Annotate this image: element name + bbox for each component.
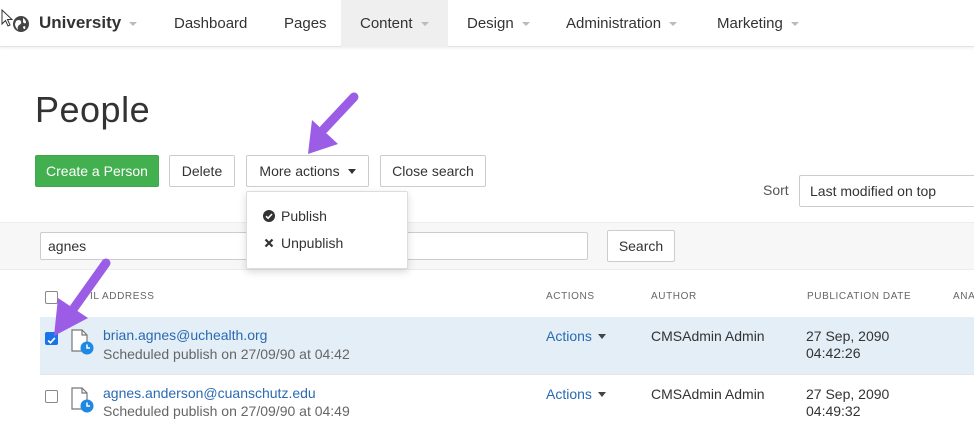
nav-item-administration[interactable]: Administration	[566, 0, 678, 47]
page-title: People	[35, 89, 151, 130]
chevron-down-icon	[420, 21, 429, 26]
chevron-down-icon	[669, 21, 678, 26]
delete-label: Delete	[181, 163, 223, 179]
delete-button[interactable]: Delete	[169, 155, 235, 187]
caret-down-icon	[597, 391, 606, 397]
annotation-arrow-icon	[54, 258, 111, 336]
author-name: CMSAdmin Admin	[651, 328, 765, 344]
menu-item-label: Unpublish	[281, 235, 344, 251]
row-actions-button[interactable]: Actions	[546, 386, 606, 402]
search-input-value: agnes	[48, 238, 87, 254]
close-icon	[264, 238, 274, 248]
caret-down-icon	[597, 333, 606, 339]
sort-select[interactable]: Last modified on top	[799, 175, 974, 207]
more-actions-label: More actions	[259, 163, 340, 179]
close-search-button[interactable]: Close search	[380, 155, 486, 187]
nav-item-marketing[interactable]: Marketing	[717, 0, 799, 47]
nav-item-design[interactable]: Design	[467, 0, 530, 47]
row-actions-button[interactable]: Actions	[546, 328, 606, 344]
nav-item-label: Pages	[284, 15, 327, 32]
row-actions-label: Actions	[546, 386, 592, 402]
nav-item-label: Administration	[566, 15, 662, 32]
person-email-link[interactable]: agnes.anderson@cuanschutz.edu	[103, 385, 316, 401]
chevron-down-icon	[521, 21, 530, 26]
chevron-down-icon	[129, 21, 138, 26]
nav-item-label: Marketing	[717, 15, 783, 32]
nav-item-label: Design	[467, 15, 514, 32]
publish-status: Scheduled publish on 27/09/90 at 04:49	[103, 403, 350, 419]
nav-item-label: Dashboard	[174, 15, 248, 32]
close-search-label: Close search	[392, 163, 474, 179]
sort-selected-value: Last modified on top	[810, 183, 937, 199]
nav-item-content[interactable]: Content	[341, 0, 448, 47]
publication-time: 04:42:26	[806, 345, 861, 361]
publication-time: 04:49:32	[806, 403, 861, 419]
nav-item-dashboard[interactable]: Dashboard	[158, 0, 263, 47]
column-header-analytics[interactable]: ANA	[953, 291, 974, 302]
check-circle-icon	[263, 210, 275, 222]
top-navigation: University Dashboard Pages Content Desig…	[0, 0, 974, 47]
row-actions-label: Actions	[546, 328, 592, 344]
create-person-button[interactable]: Create a Person	[35, 155, 159, 187]
column-header-publication-date[interactable]: PUBLICATION DATE	[807, 291, 911, 302]
more-actions-menu: Publish Unpublish	[246, 191, 408, 269]
menu-item-publish[interactable]: Publish	[263, 208, 327, 224]
person-email-link[interactable]: brian.agnes@uchealth.org	[103, 327, 267, 343]
author-name: CMSAdmin Admin	[651, 386, 765, 402]
publish-status: Scheduled publish on 27/09/90 at 04:42	[103, 346, 350, 362]
brand-label: University	[39, 13, 122, 32]
nav-item-label: Content	[360, 15, 413, 32]
nav-item-pages[interactable]: Pages	[268, 0, 343, 47]
brand-menu[interactable]: University	[39, 13, 138, 33]
publication-date: 27 Sep, 2090	[806, 386, 890, 402]
chevron-down-icon	[790, 21, 799, 26]
caret-down-icon	[347, 168, 356, 174]
sort-label: Sort	[763, 182, 789, 198]
create-person-label: Create a Person	[46, 163, 148, 179]
publication-date: 27 Sep, 2090	[806, 328, 890, 344]
menu-item-label: Publish	[281, 208, 327, 224]
row-checkbox[interactable]	[45, 390, 58, 403]
scheduled-document-icon	[71, 387, 94, 413]
globe-icon	[13, 16, 29, 32]
annotation-arrow-icon	[308, 92, 359, 154]
search-button-label: Search	[618, 238, 664, 254]
menu-item-unpublish[interactable]: Unpublish	[263, 235, 343, 251]
search-button[interactable]: Search	[607, 230, 675, 262]
column-header-actions: ACTIONS	[546, 291, 595, 302]
column-header-author[interactable]: AUTHOR	[651, 291, 697, 302]
